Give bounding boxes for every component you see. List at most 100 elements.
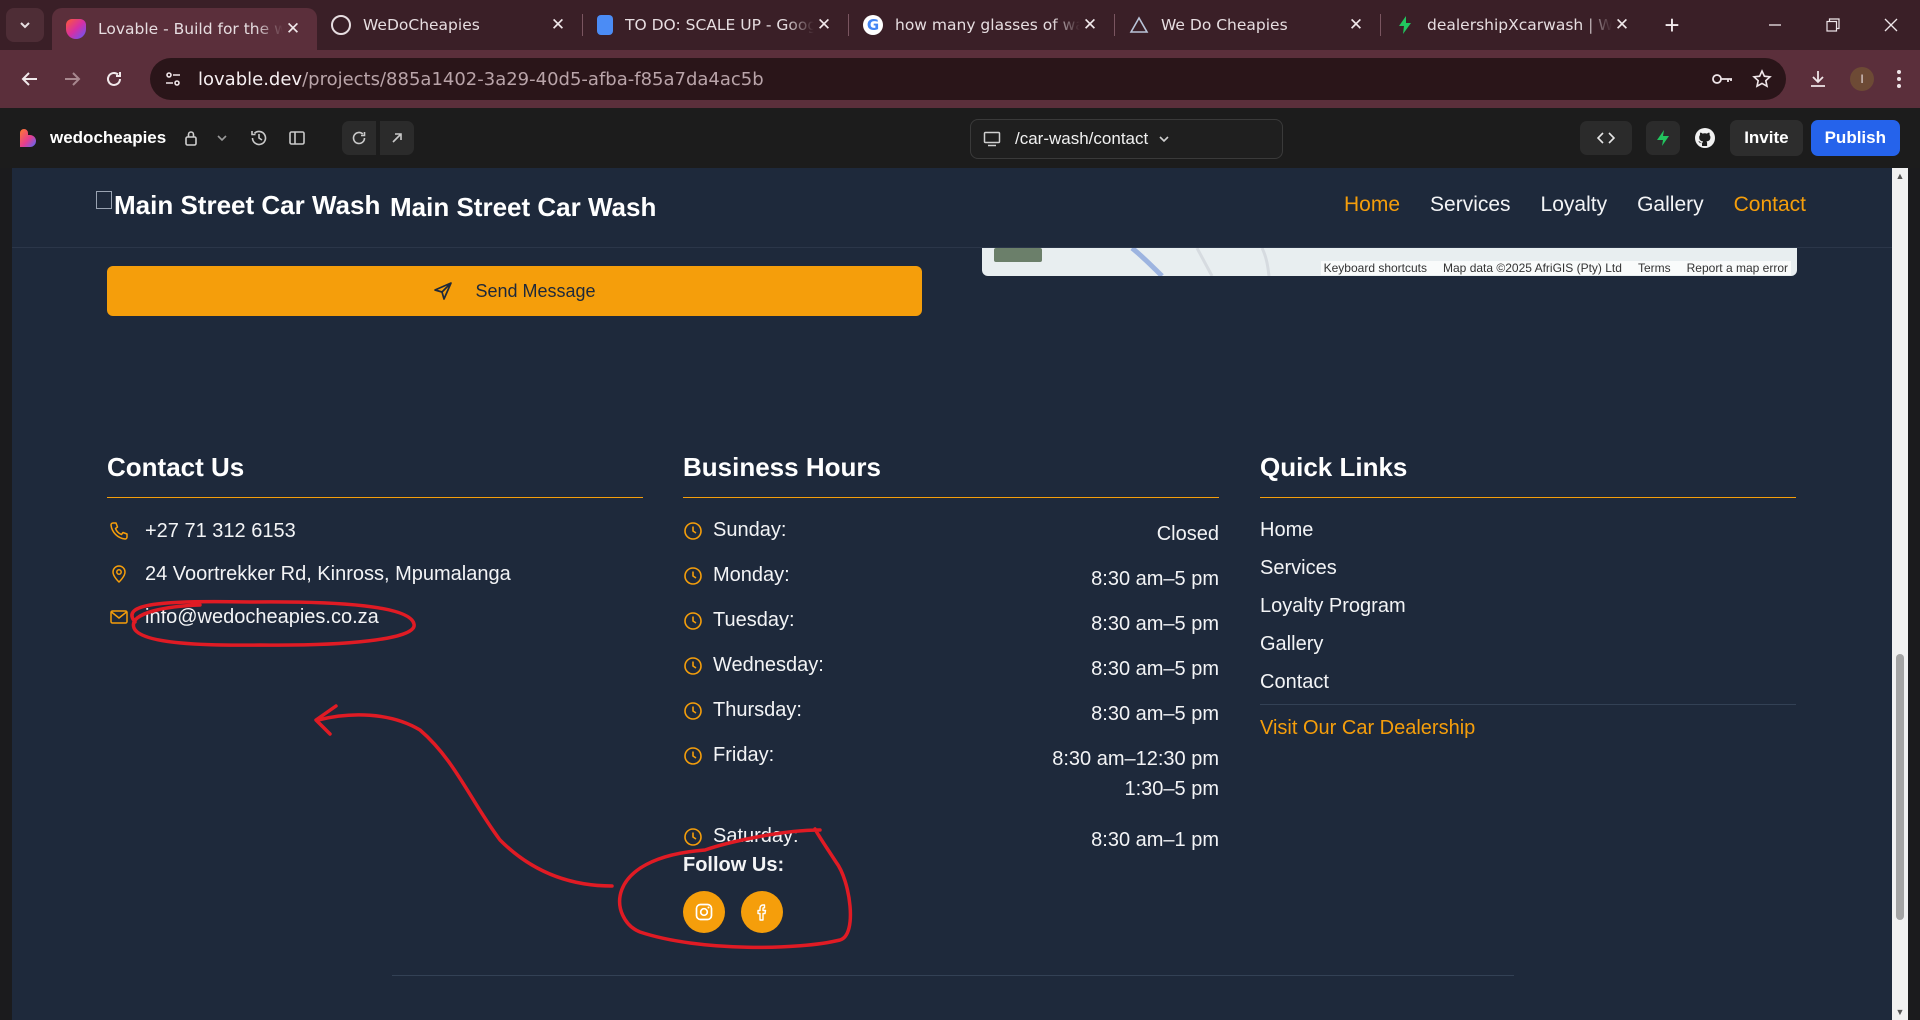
reload-button[interactable]: [96, 61, 132, 97]
bookmark-star-icon[interactable]: [1752, 69, 1772, 89]
code-view-button[interactable]: [1580, 121, 1633, 155]
tab-google-docs[interactable]: TO DO: SCALE UP - Google Docs ✕: [583, 0, 848, 50]
project-selector[interactable]: wedocheapies: [18, 127, 228, 149]
close-icon[interactable]: ✕: [283, 19, 303, 39]
more-vertical-icon[interactable]: [1896, 69, 1902, 89]
publish-button[interactable]: Publish: [1810, 120, 1900, 156]
site-info-icon[interactable]: [164, 70, 182, 88]
route-selector[interactable]: /car-wash/contact: [970, 119, 1283, 159]
nav-home[interactable]: Home: [1344, 193, 1400, 217]
scroll-up-arrow-icon[interactable]: ▲: [1895, 171, 1905, 181]
clock-icon: [683, 654, 703, 678]
scrollbar-thumb[interactable]: [1896, 654, 1904, 920]
send-message-button[interactable]: Send Message: [107, 266, 922, 316]
download-icon[interactable]: [1808, 69, 1828, 89]
tab-lovable[interactable]: Lovable - Build for the web ✕: [52, 8, 317, 50]
close-icon[interactable]: ✕: [548, 15, 568, 35]
send-message-label: Send Message: [475, 280, 596, 301]
quick-link-gallery[interactable]: Gallery: [1260, 633, 1796, 656]
profile-avatar[interactable]: I: [1850, 67, 1874, 91]
phone-icon: [107, 519, 131, 543]
tab-we-do-cheapies[interactable]: We Do Cheapies ✕: [1115, 0, 1380, 50]
close-window-button[interactable]: [1862, 0, 1920, 50]
open-in-new-tab-button[interactable]: [380, 121, 415, 155]
arrow-right-icon: [65, 72, 81, 86]
arrow-left-icon: [21, 72, 37, 86]
history-button[interactable]: [242, 121, 276, 155]
hours-row: Thursday: 8:30 am–5 pm: [683, 699, 1219, 729]
embedded-map[interactable]: Keyboard shortcuts Map data ©2025 AfriGI…: [982, 248, 1797, 276]
bolt-favicon: [1395, 15, 1415, 35]
tab-title: TO DO: SCALE UP - Google Docs: [625, 16, 814, 34]
quick-link-home[interactable]: Home: [1260, 519, 1796, 542]
clock-icon: [683, 744, 703, 768]
hours-time-block: 8:30 am–5 pm: [1091, 609, 1219, 639]
map-data-credit: Map data ©2025 AfriGIS (Pty) Ltd: [1443, 261, 1622, 275]
tab-dealership[interactable]: dealershipXcarwash | We Do Cheapies ✕: [1381, 0, 1646, 50]
back-button[interactable]: [12, 61, 48, 97]
close-icon[interactable]: ✕: [1612, 15, 1632, 35]
contact-heading: Contact Us: [107, 452, 643, 498]
quick-link-services[interactable]: Services: [1260, 557, 1796, 580]
tab-search-button[interactable]: [6, 8, 44, 42]
invite-button[interactable]: Invite: [1730, 120, 1803, 156]
hours-row: Sunday: Closed: [683, 519, 1219, 549]
map-report-error-link[interactable]: Report a map error: [1687, 261, 1788, 275]
new-tab-button[interactable]: +: [1652, 10, 1692, 41]
forward-button[interactable]: [54, 61, 90, 97]
minimize-button[interactable]: [1746, 0, 1804, 50]
instagram-button[interactable]: [683, 891, 725, 933]
scroll-down-arrow-icon[interactable]: ▼: [1895, 1007, 1905, 1017]
nav-loyalty[interactable]: Loyalty: [1541, 193, 1608, 217]
tab-title: how many glasses of water: [895, 16, 1080, 34]
site-brand-name[interactable]: Main Street Car Wash: [390, 192, 656, 223]
quick-links-heading: Quick Links: [1260, 452, 1796, 498]
broken-image-icon: [96, 190, 112, 209]
map-keyboard-shortcuts-link[interactable]: Keyboard shortcuts: [1324, 261, 1427, 275]
password-key-icon[interactable]: [1712, 69, 1734, 89]
nav-contact[interactable]: Contact: [1734, 193, 1806, 217]
tab-wedocheapies-chat[interactable]: WeDoCheapies ✕: [317, 0, 582, 50]
quick-link-loyalty[interactable]: Loyalty Program: [1260, 595, 1796, 618]
facebook-icon: [757, 904, 767, 921]
site-preview: Keyboard shortcuts Map data ©2025 AfriGI…: [12, 168, 1892, 1020]
github-icon: [1695, 128, 1716, 148]
facebook-button[interactable]: [741, 891, 783, 933]
contact-phone[interactable]: +27 71 312 6153: [145, 520, 296, 543]
lock-icon: [185, 131, 198, 146]
send-icon: [434, 282, 453, 300]
quick-link-contact[interactable]: Contact: [1260, 671, 1796, 694]
site-header: Main Street Car Wash Main Street Car Was…: [12, 168, 1892, 248]
nav-gallery[interactable]: Gallery: [1637, 193, 1704, 217]
restore-button[interactable]: [1804, 0, 1862, 50]
browser-toolbar: lovable.dev/projects/885a1402-3a29-40d5-…: [0, 50, 1920, 108]
tab-google-search[interactable]: G how many glasses of water ✕: [849, 0, 1114, 50]
contact-phone-row: +27 71 312 6153: [107, 519, 643, 543]
map-terms-link[interactable]: Terms: [1638, 261, 1671, 275]
supabase-button[interactable]: [1646, 121, 1681, 155]
close-icon[interactable]: ✕: [814, 15, 834, 35]
clock-icon: [683, 699, 703, 723]
nav-services[interactable]: Services: [1430, 193, 1511, 217]
close-icon[interactable]: ✕: [1080, 15, 1100, 35]
clock-icon: [683, 825, 703, 849]
address-bar[interactable]: lovable.dev/projects/885a1402-3a29-40d5-…: [150, 58, 1786, 100]
lovable-favicon: [66, 19, 86, 39]
hours-row: Tuesday: 8:30 am–5 pm: [683, 609, 1219, 639]
site-logo[interactable]: Main Street Car Wash: [96, 190, 380, 221]
toggle-sidebar-button[interactable]: [280, 121, 314, 155]
follow-us-label: Follow Us:: [683, 854, 785, 876]
close-icon[interactable]: ✕: [1346, 15, 1366, 35]
github-button[interactable]: [1688, 121, 1722, 155]
chevron-down-icon: [217, 135, 227, 142]
hours-day: Monday:: [713, 564, 790, 586]
preview-scrollbar[interactable]: ▲ ▼: [1892, 168, 1908, 1020]
contact-email[interactable]: info@wedocheapies.co.za: [145, 606, 379, 629]
refresh-preview-button[interactable]: [342, 121, 377, 155]
google-favicon: G: [863, 15, 883, 35]
contact-address-row: 24 Voortrekker Rd, Kinross, Mpumalanga: [107, 562, 643, 586]
restore-icon: [1826, 18, 1840, 32]
hours-time-block: 8:30 am–5 pm: [1091, 654, 1219, 684]
car-dealership-link[interactable]: Visit Our Car Dealership: [1260, 704, 1796, 740]
clock-icon: [683, 564, 703, 588]
